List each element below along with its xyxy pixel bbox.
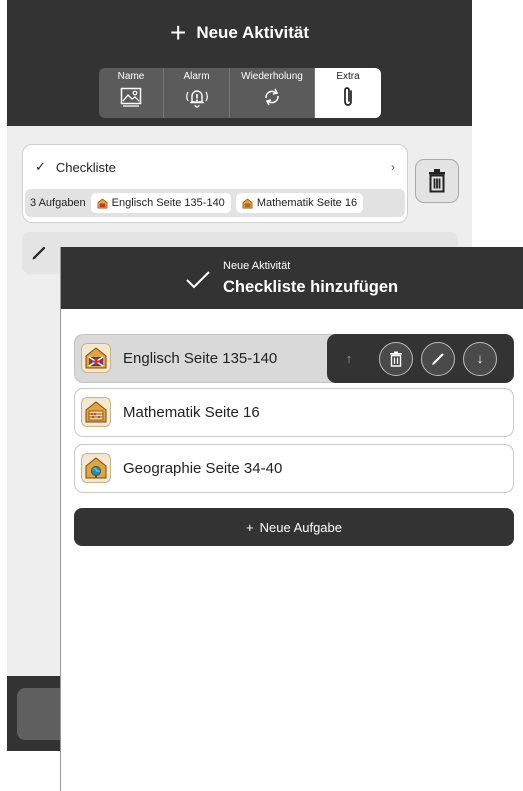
tab-wiederholung[interactable]: Wiederholung xyxy=(230,68,315,118)
activity-title: + Neue Aktivität xyxy=(7,17,472,48)
tab-bar: Name Alarm Wiederholung Extra xyxy=(99,68,381,118)
checklist-card[interactable]: ✓ Checkliste › 3 Aufgaben Englisch Seite… xyxy=(22,144,408,223)
uk-flag-house-icon xyxy=(81,343,111,373)
image-icon xyxy=(118,84,144,110)
activity-title-text: Neue Aktivität xyxy=(196,23,310,42)
globe-house-icon xyxy=(81,453,111,483)
move-up-button[interactable]: ↑ xyxy=(327,351,371,366)
checklist-summary: 3 Aufgaben Englisch Seite 135-140 Mathem… xyxy=(25,189,405,217)
tab-alarm[interactable]: Alarm xyxy=(164,68,230,118)
task-name: Englisch Seite 135-140 xyxy=(123,350,278,367)
task-chip: Englisch Seite 135-140 xyxy=(90,193,231,213)
tab-extra[interactable]: Extra xyxy=(315,68,381,118)
checklist-row[interactable]: ✓ Checkliste › xyxy=(35,159,395,175)
pencil-icon xyxy=(32,246,46,260)
house-icon xyxy=(97,197,108,208)
task-name: Mathematik Seite 16 xyxy=(123,404,260,421)
task-count: 3 Aufgaben xyxy=(30,197,86,209)
add-task-label: Neue Aufgabe xyxy=(259,519,342,535)
edit-task-button[interactable] xyxy=(421,341,455,376)
alarm-bell-icon xyxy=(184,84,210,110)
modal-subtitle: Neue Aktivität xyxy=(223,260,291,272)
task-row[interactable]: Mathematik Seite 16 xyxy=(74,388,514,437)
modal-title: Checkliste hinzufügen xyxy=(223,278,399,296)
activity-header: + Neue Aktivität Name Alarm Wiederholung xyxy=(7,0,472,126)
task-chip: Mathematik Seite 16 xyxy=(235,193,364,213)
chevron-right-icon: › xyxy=(391,160,395,174)
plus-icon: + xyxy=(169,17,187,48)
arrow-down-icon: ↓ xyxy=(476,351,484,366)
pencil-icon xyxy=(432,353,444,365)
delete-checklist-button[interactable] xyxy=(415,159,459,203)
task-name: Geographie Seite 34-40 xyxy=(123,460,283,477)
checklist-label: Checkliste xyxy=(55,159,116,175)
check-icon: ✓ xyxy=(35,159,46,174)
task-row[interactable]: Geographie Seite 34-40 xyxy=(74,444,514,493)
house-icon xyxy=(242,197,253,208)
delete-task-button[interactable] xyxy=(379,341,413,376)
repeat-icon xyxy=(259,84,285,110)
tab-name[interactable]: Name xyxy=(99,68,164,118)
paperclip-icon xyxy=(335,84,361,110)
confirm-check-icon[interactable] xyxy=(185,270,211,290)
checklist-modal: Neue Aktivität Checkliste hinzufügen Eng… xyxy=(60,247,523,791)
move-down-button[interactable]: ↓ xyxy=(463,341,497,376)
modal-header: Neue Aktivität Checkliste hinzufügen xyxy=(61,247,523,309)
task-row[interactable]: Englisch Seite 135-140 ↑ ↓ xyxy=(74,334,514,383)
task-actions: ↑ ↓ xyxy=(327,334,514,383)
trash-icon xyxy=(429,169,445,193)
abacus-house-icon xyxy=(81,397,111,427)
plus-icon: + xyxy=(246,519,254,535)
add-task-button[interactable]: + Neue Aufgabe xyxy=(74,508,514,546)
trash-icon xyxy=(390,351,402,367)
